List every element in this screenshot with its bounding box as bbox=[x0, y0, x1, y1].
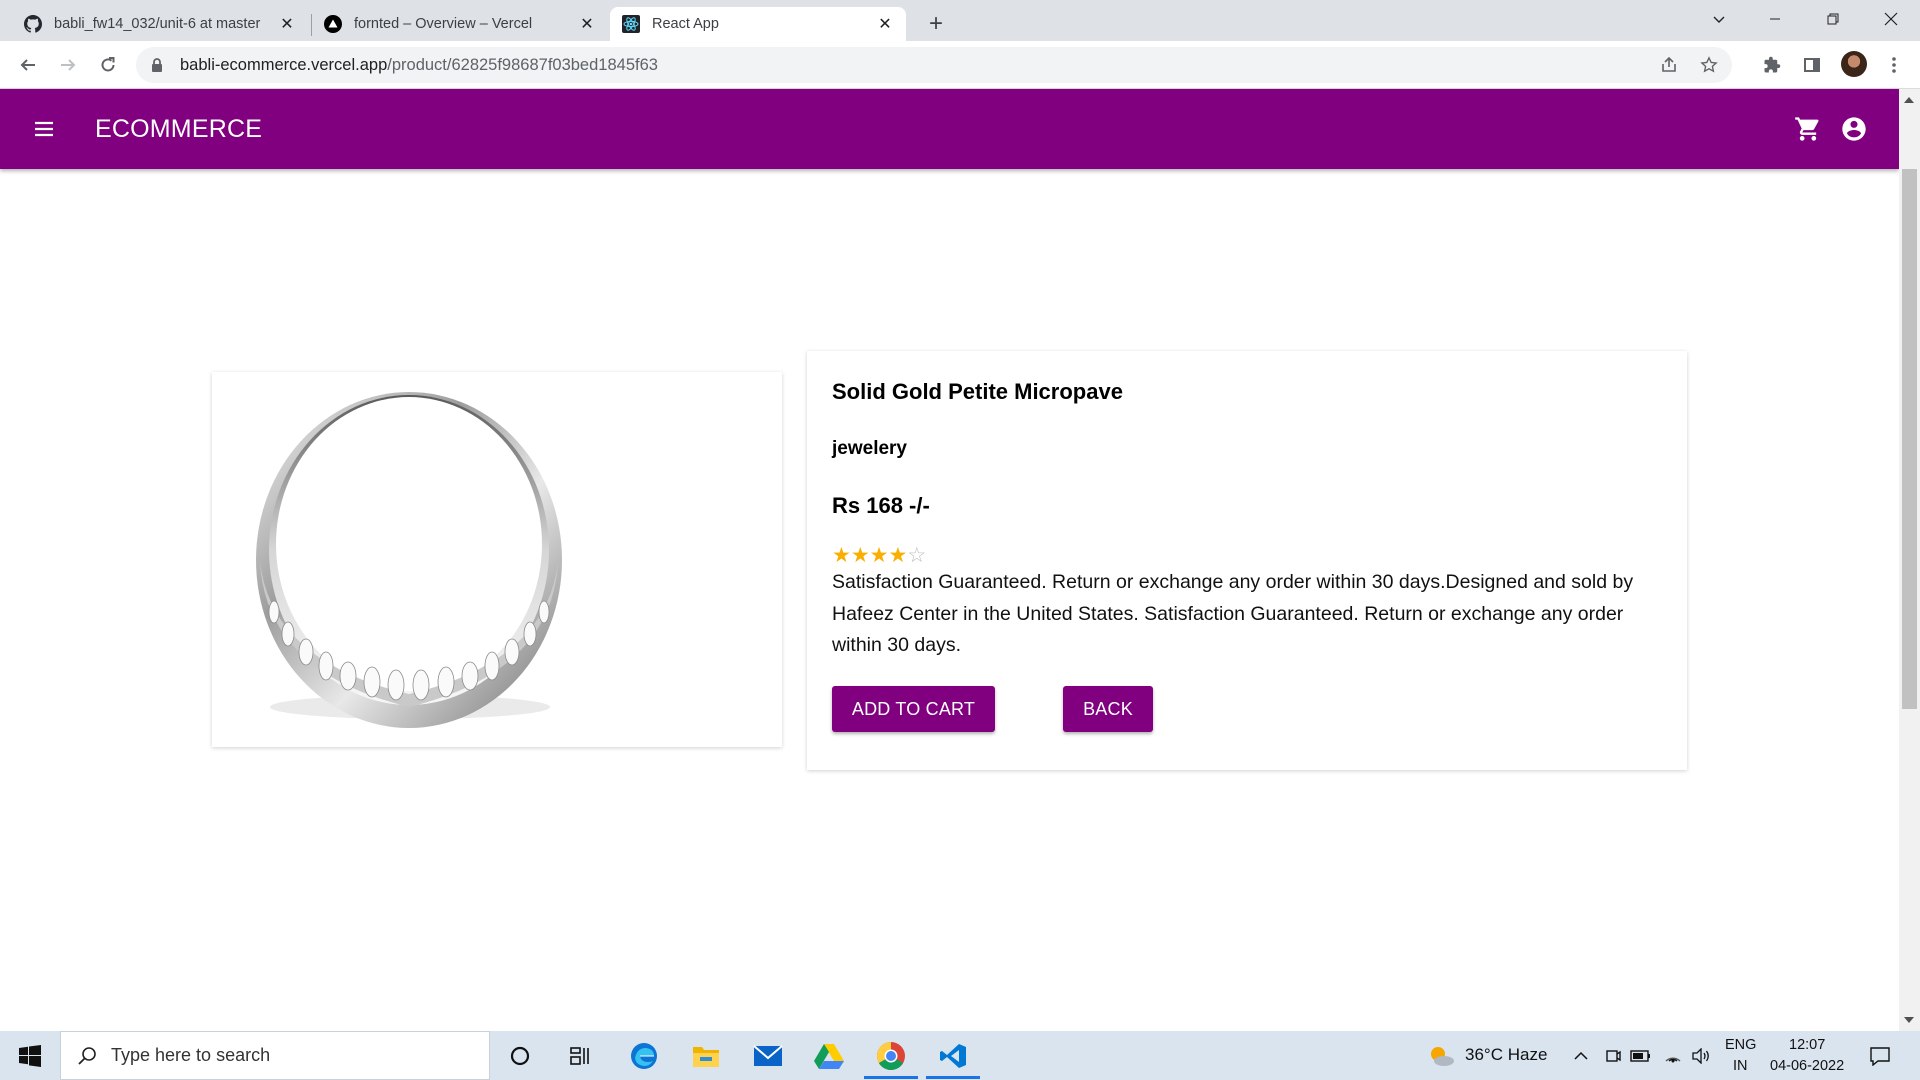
url-host: babli-ecommerce.vercel.app bbox=[180, 55, 388, 74]
notification-icon[interactable] bbox=[1863, 1039, 1897, 1073]
edge-icon[interactable] bbox=[627, 1039, 661, 1073]
star-outline-icon: ☆ bbox=[907, 544, 927, 567]
lock-icon bbox=[152, 58, 162, 72]
address-bar[interactable]: babli-ecommerce.vercel.app/product/62825… bbox=[136, 47, 1732, 83]
cortana-icon[interactable] bbox=[503, 1039, 537, 1073]
account-circle-icon[interactable] bbox=[1840, 115, 1868, 148]
close-icon[interactable]: ✕ bbox=[578, 15, 596, 33]
active-app-indicator bbox=[926, 1076, 980, 1079]
arrow-right-icon bbox=[61, 59, 76, 71]
language-code[interactable]: ENG bbox=[1725, 1037, 1756, 1053]
vscode-icon[interactable] bbox=[936, 1039, 970, 1073]
search-placeholder: Type here to search bbox=[111, 1045, 271, 1065]
tab-title: fornted – Overview – Vercel bbox=[354, 16, 533, 32]
side-panel-button[interactable] bbox=[1798, 51, 1826, 79]
profile-avatar[interactable] bbox=[1841, 51, 1867, 77]
chevron-up-icon[interactable] bbox=[1564, 1039, 1598, 1073]
star-icon: ★ bbox=[869, 544, 889, 567]
product-image-card bbox=[212, 372, 782, 747]
tab-github[interactable]: babli_fw14_032/unit-6 at master ✕ bbox=[12, 7, 308, 41]
tab-search-button[interactable] bbox=[1696, 0, 1742, 38]
brand-title[interactable]: ECOMMERCE bbox=[95, 115, 262, 144]
product-category: jewelery bbox=[832, 438, 907, 459]
new-tab-button[interactable]: + bbox=[922, 10, 950, 38]
chevron-down-icon bbox=[1713, 16, 1725, 23]
restore-icon bbox=[1827, 13, 1839, 25]
arrow-left-icon bbox=[20, 59, 35, 71]
battery-icon[interactable] bbox=[1624, 1039, 1658, 1073]
add-to-cart-button[interactable]: ADD TO CART bbox=[832, 686, 995, 732]
github-icon bbox=[24, 15, 42, 33]
close-window-button[interactable] bbox=[1868, 0, 1914, 38]
extensions-button[interactable] bbox=[1758, 51, 1786, 79]
scroll-down-arrow[interactable] bbox=[1904, 1017, 1914, 1023]
side-panel-icon bbox=[1804, 58, 1820, 72]
close-icon[interactable]: ✕ bbox=[278, 15, 296, 33]
weather-icon[interactable] bbox=[1424, 1039, 1458, 1073]
volume-icon[interactable] bbox=[1684, 1039, 1718, 1073]
minimize-icon bbox=[1770, 18, 1780, 20]
product-price: Rs 168 -/- bbox=[832, 493, 930, 518]
google-drive-icon[interactable] bbox=[812, 1039, 846, 1073]
task-view-icon[interactable] bbox=[563, 1039, 597, 1073]
mail-icon[interactable] bbox=[751, 1039, 785, 1073]
browser-toolbar: babli-ecommerce.vercel.app/product/62825… bbox=[0, 41, 1920, 89]
tab-title: React App bbox=[652, 16, 719, 32]
back-nav-button[interactable] bbox=[14, 51, 42, 79]
back-button[interactable]: BACK bbox=[1063, 686, 1153, 732]
app-header: ECOMMERCE bbox=[0, 89, 1899, 169]
star-icon[interactable] bbox=[1700, 56, 1718, 79]
windows-taskbar: Type here to search 36°C Haze ENG IN 12:… bbox=[0, 1031, 1920, 1080]
reload-icon bbox=[101, 57, 115, 72]
minimize-button[interactable] bbox=[1752, 0, 1798, 38]
restore-button[interactable] bbox=[1810, 0, 1856, 38]
page-scrollbar[interactable] bbox=[1899, 89, 1920, 1031]
scrollbar-thumb[interactable] bbox=[1902, 169, 1917, 709]
weather-text[interactable]: 36°C Haze bbox=[1465, 1045, 1547, 1065]
more-vertical-icon bbox=[1892, 57, 1896, 73]
forward-nav-button[interactable] bbox=[54, 51, 82, 79]
search-icon bbox=[78, 1047, 96, 1065]
url-path: /product/62825f98687f03bed1845f63 bbox=[387, 55, 658, 74]
file-explorer-icon[interactable] bbox=[689, 1039, 723, 1073]
clock-time[interactable]: 12:07 bbox=[1789, 1037, 1825, 1053]
menu-icon[interactable] bbox=[32, 117, 56, 141]
star-icon: ★ bbox=[832, 544, 851, 567]
tab-vercel[interactable]: fornted – Overview – Vercel ✕ bbox=[312, 7, 608, 41]
vercel-icon bbox=[324, 15, 342, 33]
product-description: Satisfaction Guaranteed. Return or excha… bbox=[832, 571, 1634, 656]
product-rating[interactable]: ★★★★☆ bbox=[832, 545, 926, 567]
chrome-menu-button[interactable] bbox=[1880, 51, 1908, 79]
react-icon bbox=[622, 15, 640, 33]
windows-start-icon[interactable] bbox=[13, 1039, 47, 1073]
puzzle-icon bbox=[1764, 56, 1781, 73]
close-icon bbox=[1884, 12, 1898, 26]
close-icon[interactable]: ✕ bbox=[876, 15, 894, 33]
clock-date[interactable]: 04-06-2022 bbox=[1770, 1058, 1844, 1074]
share-icon[interactable] bbox=[1660, 56, 1678, 79]
tab-strip: babli_fw14_032/unit-6 at master ✕ fornte… bbox=[0, 0, 1920, 41]
product-title: Solid Gold Petite Micropave bbox=[832, 379, 1123, 404]
language-region[interactable]: IN bbox=[1733, 1058, 1748, 1074]
scroll-up-arrow[interactable] bbox=[1904, 97, 1914, 103]
active-app-indicator bbox=[864, 1076, 918, 1079]
star-icon: ★ bbox=[850, 544, 870, 567]
taskbar-search-input[interactable]: Type here to search bbox=[60, 1031, 490, 1080]
product-image bbox=[256, 392, 562, 728]
tab-title: babli_fw14_032/unit-6 at master bbox=[54, 16, 261, 32]
tab-react-app[interactable]: React App ✕ bbox=[610, 7, 906, 41]
star-icon: ★ bbox=[888, 544, 908, 567]
product-detail-card: Solid Gold Petite Micropave jewelery Rs … bbox=[807, 351, 1687, 770]
shopping-cart-icon[interactable] bbox=[1794, 115, 1822, 148]
chrome-icon[interactable] bbox=[874, 1039, 908, 1073]
reload-button[interactable] bbox=[94, 51, 122, 79]
